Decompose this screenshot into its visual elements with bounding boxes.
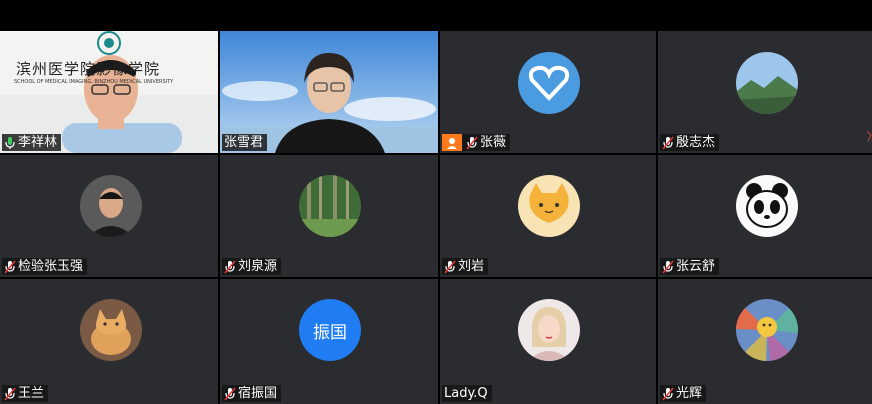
participant-name: 刘岩 [458, 259, 485, 274]
participant-name-bar: 张薇 [442, 134, 511, 151]
microphone-muted-icon [4, 259, 16, 274]
participant-name: 宿振国 [238, 386, 278, 401]
host-person-icon [442, 134, 462, 151]
participant-name: 王兰 [18, 386, 45, 401]
participant-name-bar: 王兰 [2, 385, 49, 402]
cartoon-cat-avatar [518, 175, 580, 237]
participant-tile[interactable]: 检验张玉强 [0, 155, 218, 277]
participant-name: Lady.Q [444, 386, 488, 401]
panda-drawing-avatar [736, 175, 798, 237]
edge-mark [866, 127, 872, 142]
microphone-muted-icon [662, 135, 674, 150]
participant-name-bar: 宿振国 [222, 385, 282, 402]
initials-avatar: 振国 [299, 299, 361, 361]
microphone-muted-icon [662, 386, 674, 401]
participant-name: 张云舒 [676, 259, 716, 274]
man-portrait-avatar [80, 175, 142, 237]
participant-tile[interactable]: 光辉 [658, 279, 872, 404]
forest-avatar [299, 175, 361, 237]
microphone-muted-icon [466, 135, 478, 150]
participant-name-bar: 殷志杰 [660, 134, 720, 151]
microphone-muted-icon [662, 259, 674, 274]
participant-tile[interactable]: 王兰 [0, 279, 218, 404]
banner-title: 滨州医学院影像学院 [16, 60, 161, 78]
microphone-muted-icon [224, 259, 236, 274]
participant-name-bar: 李祥林 [2, 134, 62, 151]
participant-name: 张薇 [480, 135, 507, 150]
participant-tile[interactable]: 振国 宿振国 [220, 279, 438, 404]
participant-tile[interactable]: 刘泉源 [220, 155, 438, 277]
participant-tile[interactable]: 刘岩 [440, 155, 656, 277]
participant-name-bar: Lady.Q [442, 385, 492, 402]
participant-name-bar: 光辉 [660, 385, 707, 402]
colorful-flower-avatar [736, 299, 798, 361]
participant-tile[interactable]: 张薇 [440, 31, 656, 153]
microphone-active-icon [4, 136, 16, 150]
participant-name: 刘泉源 [238, 259, 278, 274]
participant-name-bar: 张云舒 [660, 258, 720, 275]
participant-tile[interactable]: 殷志杰 [658, 31, 872, 153]
mountain-landscape-avatar [736, 52, 798, 114]
banner-subtitle: SCHOOL OF MEDICAL IMAGING, BINZHOU MEDIC… [14, 79, 174, 85]
heart-cloud-avatar [518, 52, 580, 114]
top-bar [0, 0, 872, 31]
microphone-muted-icon [224, 386, 236, 401]
participant-name-bar: 检验张玉强 [2, 258, 88, 275]
participant-name-bar: 刘泉源 [222, 258, 282, 275]
participant-tile[interactable]: 滨州医学院影像学院 SCHOOL OF MEDICAL IMAGING, BIN… [0, 31, 218, 153]
participant-tile[interactable]: 张云舒 [658, 155, 872, 277]
participant-tile[interactable]: 张雪君 [220, 31, 438, 153]
microphone-muted-icon [444, 259, 456, 274]
microphone-muted-icon [4, 386, 16, 401]
participant-name: 张雪君 [224, 135, 264, 150]
participant-name-bar: 张雪君 [222, 134, 268, 151]
cat-photo-avatar [80, 299, 142, 361]
participant-name: 光辉 [676, 386, 703, 401]
participant-name-bar: 刘岩 [442, 258, 489, 275]
video-grid: 滨州医学院影像学院 SCHOOL OF MEDICAL IMAGING, BIN… [0, 31, 872, 404]
participant-tile[interactable]: Lady.Q [440, 279, 656, 404]
participant-name: 检验张玉强 [18, 259, 84, 274]
woman-portrait-avatar [518, 299, 580, 361]
participant-name: 李祥林 [18, 135, 58, 150]
participant-name: 殷志杰 [676, 135, 716, 150]
